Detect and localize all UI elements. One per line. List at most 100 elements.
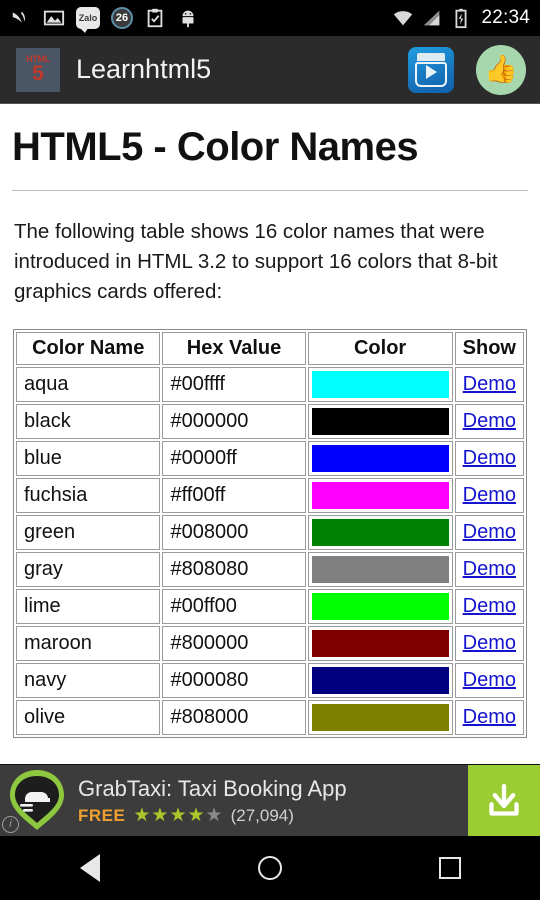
zalo-icon: Zalo: [76, 7, 100, 33]
table-row: olive #808000 Demo: [16, 700, 524, 735]
color-table-wrapper: Color Name Hex Value Color Show aqua #00f…: [12, 329, 528, 738]
cell-show: Demo: [454, 404, 524, 439]
thumbs-up-icon[interactable]: 👍: [476, 44, 526, 95]
cell-show: Demo: [454, 515, 524, 550]
cell-hex-value: #008000: [162, 515, 306, 550]
cell-hex-value: #ff00ff: [162, 478, 306, 513]
column-header-show: Show: [454, 332, 524, 365]
cell-show: Demo: [454, 700, 524, 735]
cell-hex-value: #000000: [162, 404, 306, 439]
status-bar-left-icons: Zalo 26: [10, 7, 199, 33]
table-row: fuchsia #ff00ff Demo: [16, 478, 524, 513]
cell-hex-value: #0000ff: [162, 441, 306, 476]
nav-home-button[interactable]: [230, 836, 310, 900]
demo-link[interactable]: Demo: [463, 521, 516, 543]
table-row: blue #0000ff Demo: [16, 441, 524, 476]
cell-color-swatch: [307, 515, 453, 550]
demo-link[interactable]: Demo: [463, 595, 516, 617]
table-row: navy #000080 Demo: [16, 663, 524, 698]
table-row: gray #808080 Demo: [16, 552, 524, 587]
ad-icon-wrapper: i: [0, 765, 74, 836]
cell-show: Demo: [454, 589, 524, 624]
column-header-color: Color: [307, 332, 453, 365]
app-bar: HTML 5 Learnhtml5 👍: [0, 36, 540, 104]
color-swatch: [311, 408, 449, 435]
cell-color-name: black: [16, 404, 161, 439]
cell-color-swatch: [307, 478, 453, 513]
star-filled-icon: ★: [151, 805, 169, 826]
app-bar-actions: 👍: [408, 44, 526, 95]
play-store-icon[interactable]: [408, 46, 454, 93]
intro-paragraph: The following table shows 16 color names…: [14, 220, 498, 303]
download-icon: [489, 783, 519, 816]
recents-icon: [439, 857, 461, 879]
demo-link[interactable]: Demo: [463, 558, 516, 580]
color-swatch: [311, 556, 449, 583]
demo-link[interactable]: Demo: [463, 373, 516, 395]
color-swatch: [311, 371, 449, 398]
cell-color-name: gray: [16, 552, 161, 587]
android-nav-bar: [0, 836, 540, 900]
demo-link[interactable]: Demo: [463, 410, 516, 432]
star-filled-icon: ★: [169, 805, 187, 826]
cell-color-swatch: [307, 552, 453, 587]
ad-rating-stars: ★ ★ ★ ★ ★: [133, 806, 222, 825]
wifi-icon: [394, 11, 413, 26]
color-swatch: [311, 593, 449, 620]
phone-screen: Zalo 26 22:34 HTML 5 Learnhtml5 👍 HTML5 …: [0, 0, 540, 900]
cell-show: Demo: [454, 367, 524, 402]
cell-show: Demo: [454, 663, 524, 698]
color-swatch: [311, 630, 449, 657]
play-store-icon-triangle: [425, 64, 437, 79]
cell-color-swatch: [307, 700, 453, 735]
demo-link[interactable]: Demo: [463, 706, 516, 728]
html5-logo-icon: HTML 5: [16, 47, 60, 92]
table-row: black #000000 Demo: [16, 404, 524, 439]
ad-banner[interactable]: i GrabTaxi: Taxi Booking App FREE ★ ★ ★ ★ ★ …: [0, 764, 540, 836]
color-swatch: [311, 482, 449, 509]
cell-color-name: navy: [16, 663, 161, 698]
cell-show: Demo: [454, 626, 524, 661]
zalo-label: Zalo: [78, 13, 98, 23]
nav-recents-button[interactable]: [410, 836, 490, 900]
cell-hex-value: #800000: [162, 626, 306, 661]
ad-subline: FREE ★ ★ ★ ★ ★ (27,094): [78, 806, 468, 826]
ad-price-label: FREE: [78, 805, 126, 825]
status-bar: Zalo 26 22:34: [0, 0, 540, 36]
cell-color-name: fuchsia: [16, 478, 161, 513]
demo-link[interactable]: Demo: [463, 669, 516, 691]
table-header-row: Color Name Hex Value Color Show: [16, 332, 524, 365]
cell-hex-value: #000080: [162, 663, 306, 698]
cell-hex-value: #808080: [162, 552, 306, 587]
demo-link[interactable]: Demo: [463, 484, 516, 506]
page-title: HTML5 - Color Names: [12, 125, 419, 169]
cell-color-swatch: [307, 663, 453, 698]
ad-download-button[interactable]: [468, 765, 540, 836]
demo-link[interactable]: Demo: [463, 447, 516, 469]
cell-color-name: olive: [16, 700, 161, 735]
notification-count-label: 26: [115, 12, 129, 24]
table-row: maroon #800000 Demo: [16, 626, 524, 661]
cell-show: Demo: [454, 552, 524, 587]
cell-color-name: maroon: [16, 626, 161, 661]
nav-back-button[interactable]: [50, 836, 130, 900]
gallery-icon: [43, 10, 65, 26]
back-icon: [80, 854, 100, 882]
color-swatch: [311, 667, 449, 694]
cellular-signal-icon: [424, 10, 440, 26]
color-table-body: aqua #00ffff Demo black #000000 Demo blue #0000…: [16, 367, 524, 735]
battery-charging-icon: [455, 8, 467, 29]
color-swatch: [311, 445, 449, 472]
ad-info-icon[interactable]: i: [2, 815, 19, 833]
table-row: green #008000 Demo: [16, 515, 524, 550]
cell-color-swatch: [307, 441, 453, 476]
column-header-hex-value: Hex Value: [162, 332, 306, 365]
cell-color-name: aqua: [16, 367, 161, 402]
cell-show: Demo: [454, 478, 524, 513]
demo-link[interactable]: Demo: [463, 632, 516, 654]
star-empty-icon: ★: [205, 805, 223, 826]
app-title: Learnhtml5: [76, 54, 212, 84]
android-icon: [182, 10, 194, 28]
star-filled-icon: ★: [187, 805, 205, 826]
column-header-color-name: Color Name: [16, 332, 161, 365]
